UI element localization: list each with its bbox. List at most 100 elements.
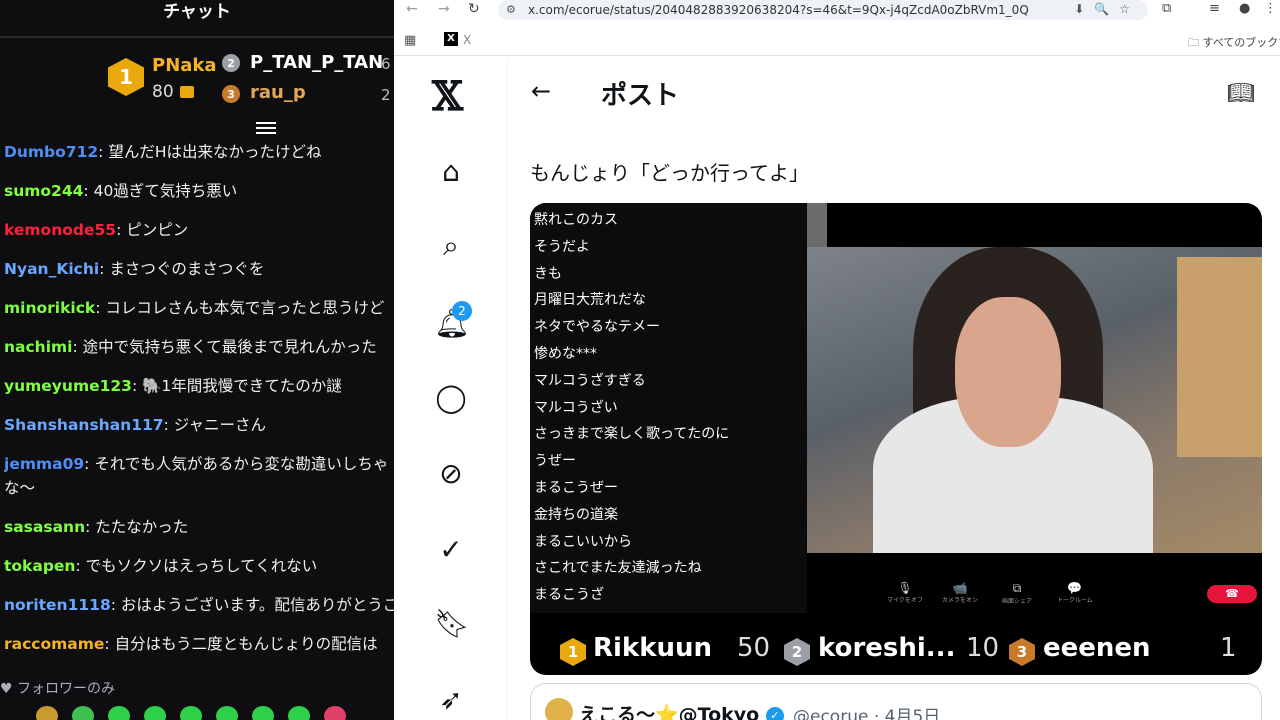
comments-scrollbar[interactable] bbox=[807, 203, 827, 251]
bronze-medal-icon: 3 bbox=[222, 85, 240, 103]
emote-icon[interactable] bbox=[216, 706, 238, 720]
chat-username[interactable]: nachimi bbox=[4, 338, 73, 356]
x-logo-icon[interactable]: 𝕏 bbox=[432, 77, 463, 117]
media-controls-icon[interactable]: ≡ bbox=[1209, 1, 1220, 16]
back-icon[interactable]: ← bbox=[531, 77, 551, 105]
back-arrow-icon[interactable]: ← bbox=[406, 1, 418, 17]
emote-icon[interactable] bbox=[72, 706, 94, 720]
leaderboard-third-score: 2 bbox=[381, 86, 391, 104]
colon: : bbox=[99, 260, 110, 278]
stream-video-frame bbox=[807, 247, 1262, 553]
chat-message: Shanshanshan117: ジャニーさん bbox=[4, 415, 266, 435]
colon: : bbox=[104, 635, 115, 653]
hangup-button[interactable]: ☎ bbox=[1207, 585, 1257, 603]
forward-arrow-icon[interactable]: → bbox=[438, 1, 450, 17]
url-text[interactable]: x.com/ecorue/status/2040482883920638204?… bbox=[528, 3, 1029, 17]
followers-only-mode: ♥ フォロワーのみ bbox=[0, 681, 116, 697]
colon: : bbox=[95, 299, 106, 317]
address-bar[interactable]: ⚙ x.com/ecorue/status/204048288392063820… bbox=[498, 0, 1148, 20]
next-post-handle[interactable]: @ecorue · 4月5日 bbox=[793, 702, 940, 720]
emote-icon[interactable] bbox=[324, 706, 346, 720]
colon: : bbox=[131, 377, 143, 395]
menu-icon[interactable]: ⋮ bbox=[1264, 1, 1277, 16]
leaderboard-first-name[interactable]: PNaka bbox=[152, 55, 217, 76]
next-post-card[interactable]: えこる〜⭐@Tokyo ✓ @ecorue · 4月5日 bbox=[530, 683, 1262, 720]
browser-window: ← → ↻ ⚙ x.com/ecorue/status/204048288392… bbox=[394, 0, 1280, 720]
chat-room-icon[interactable]: 💬 トークルーム bbox=[1057, 581, 1093, 604]
chat-panel: チャット 1 PNaka 80 2 P_TAN_P_TAN 6 3 rau_p … bbox=[0, 0, 394, 720]
search-icon[interactable]: ⌕ bbox=[434, 229, 468, 263]
colon: : bbox=[83, 182, 94, 200]
browser-toolbar: ← → ↻ ⚙ x.com/ecorue/status/204048288392… bbox=[394, 0, 1280, 22]
stream-comment: 惨めな*** bbox=[534, 346, 597, 362]
chat-username[interactable]: jemma09 bbox=[4, 455, 84, 473]
emote-icon[interactable] bbox=[288, 706, 310, 720]
next-post-author[interactable]: えこる〜⭐@Tokyo ✓ bbox=[579, 700, 784, 720]
bookmarks-icon[interactable]: 🔖︎ bbox=[434, 607, 470, 641]
stream-comment: 金持ちの道楽 bbox=[534, 506, 618, 523]
chat-message: yumeyume123: 🐘1年間我慢できてたのか謎 bbox=[4, 376, 342, 396]
control-label: 画面シェア bbox=[1002, 598, 1033, 605]
emote-icon[interactable] bbox=[144, 706, 166, 720]
video-leaderboard: 1 Rikkuun 50 2 koreshi... 10 3 eeenen 1 bbox=[530, 623, 1262, 675]
home-icon[interactable]: ⌂ bbox=[434, 155, 468, 189]
post-media-video[interactable]: 黙れこのカス そうだよ きも 月曜日大荒れだな ネタでやるなテメー 惨めな*** マルコうざ… bbox=[530, 203, 1262, 675]
rocket-icon[interactable]: ➶ bbox=[434, 683, 468, 717]
mic-icon[interactable]: 🎙 マイクをオフ bbox=[887, 581, 923, 604]
stream-comment: 黙れこのカス bbox=[534, 212, 618, 228]
chat-message: raccomame: 自分はもう二度ともんじょりの配信は bbox=[4, 634, 378, 654]
extensions-icon[interactable]: ⧉ bbox=[1162, 1, 1171, 16]
all-bookmarks-folder[interactable]: 🗀 すべてのブックマーク bbox=[1188, 34, 1280, 53]
chat-message-text: コレコレさんも本気で言ったと思うけど bbox=[105, 299, 385, 317]
chat-username[interactable]: Shanshanshan117 bbox=[4, 416, 164, 434]
chat-username[interactable]: sasasann bbox=[4, 518, 85, 536]
x-favicon-icon[interactable]: X bbox=[444, 32, 458, 46]
emote-icon[interactable] bbox=[36, 706, 58, 720]
verified-check-icon[interactable]: ✓ bbox=[434, 533, 468, 567]
reader-mode-icon[interactable]: 📖︎ bbox=[1227, 81, 1255, 106]
chat-message: noriten1118: おはようございます。配信ありがとうご bbox=[4, 595, 394, 615]
reload-icon[interactable]: ↻ bbox=[468, 1, 480, 17]
messages-icon[interactable]: ◯ bbox=[434, 381, 468, 415]
emote-icon[interactable] bbox=[108, 706, 130, 720]
leaderboard-third-name[interactable]: rau_p bbox=[250, 82, 306, 103]
chat-username[interactable]: minorikick bbox=[4, 299, 95, 317]
chat-username[interactable]: Dumbo712 bbox=[4, 143, 98, 161]
profile-avatar-icon[interactable]: ● bbox=[1239, 1, 1250, 16]
leaderboard-second-name[interactable]: P_TAN_P_TAN bbox=[250, 52, 383, 73]
leaderboard-score: 1 bbox=[1220, 633, 1237, 663]
chat-message-text: でもソクソはえっちしてくれない bbox=[85, 557, 318, 575]
x-sidebar: 𝕏 ⌂ ⌕ 🔔︎ 2 ◯ ⊘ ✓ 🔖︎ ➶ bbox=[394, 57, 508, 720]
control-label: カメラをオン bbox=[942, 597, 979, 604]
stream-comment: うぜー bbox=[534, 453, 576, 470]
chat-username[interactable]: kemonode55 bbox=[4, 221, 116, 239]
chat-username[interactable]: raccomame bbox=[4, 635, 104, 653]
chat-message: sumo244: 40過ぎて気持ち悪い bbox=[4, 181, 237, 201]
colon: : bbox=[84, 455, 95, 473]
apps-grid-icon[interactable]: ▦ bbox=[404, 33, 416, 48]
chat-username[interactable]: yumeyume123 bbox=[4, 377, 132, 395]
collapse-leaderboard-icon[interactable] bbox=[256, 122, 276, 138]
screen-share-icon[interactable]: ⧉ 画面シェア bbox=[1002, 581, 1032, 605]
emote-icon[interactable] bbox=[252, 706, 274, 720]
colon: : bbox=[98, 143, 109, 161]
address-bar-actions[interactable]: ⬇🔍☆ bbox=[1074, 2, 1140, 16]
leaderboard-first-medal: 1 bbox=[108, 58, 144, 96]
bookmark-x-label[interactable]: X bbox=[463, 33, 471, 47]
grok-icon[interactable]: ⊘ bbox=[434, 457, 468, 491]
chat-username[interactable]: tokapen bbox=[4, 557, 75, 575]
control-label: トークルーム bbox=[1057, 597, 1093, 604]
colon: : bbox=[85, 518, 96, 536]
chat-username[interactable]: Nyan_Kichi bbox=[4, 260, 99, 278]
chat-username[interactable]: noriten1118 bbox=[4, 596, 111, 614]
avatar[interactable] bbox=[545, 698, 573, 720]
site-info-icon[interactable]: ⚙ bbox=[506, 3, 516, 16]
chat-message-text: おはようございます。配信ありがとうご bbox=[120, 596, 394, 614]
stream-comment: そうだよ bbox=[534, 238, 590, 255]
chat-message: minorikick: コレコレさんも本気で言ったと思うけど bbox=[4, 298, 384, 318]
control-glyph: ⧉ bbox=[1012, 581, 1022, 595]
emote-icon[interactable] bbox=[180, 706, 202, 720]
rank-medal-icon: 1 bbox=[560, 638, 586, 666]
chat-username[interactable]: sumo244 bbox=[4, 182, 83, 200]
camera-icon[interactable]: 📹 カメラをオン bbox=[942, 581, 978, 604]
